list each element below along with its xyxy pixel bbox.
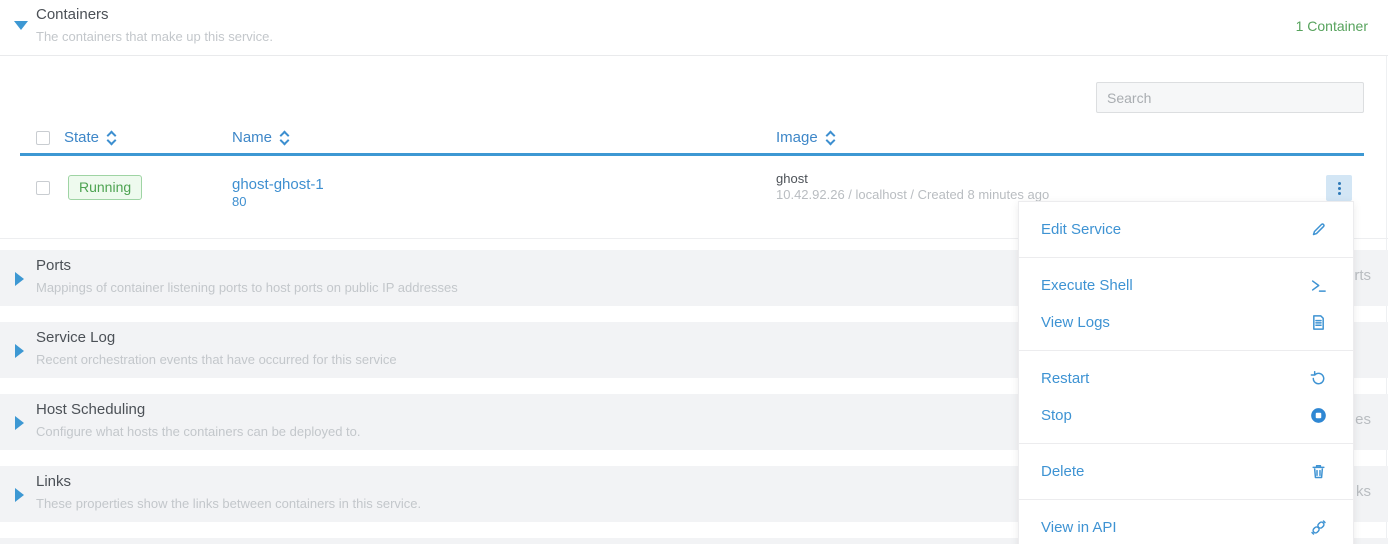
pencil-icon <box>1310 221 1327 238</box>
sort-icon <box>108 132 115 144</box>
section-subtitle-links: These properties show the links between … <box>36 496 421 511</box>
containers-section-header: Containers The containers that make up t… <box>0 0 1388 56</box>
api-link-icon <box>1310 519 1327 536</box>
column-header-name[interactable]: Name <box>232 129 288 146</box>
section-subtitle-ports: Mappings of container listening ports to… <box>36 280 458 295</box>
container-name-link[interactable]: ghost-ghost-1 <box>232 176 324 193</box>
menu-item-delete[interactable]: Delete <box>1019 453 1353 490</box>
section-subtitle-service-log: Recent orchestration events that have oc… <box>36 352 397 367</box>
section-count-fragment: ks <box>1356 483 1371 500</box>
restart-icon <box>1310 370 1327 387</box>
column-header-state[interactable]: State <box>64 129 115 146</box>
collapse-caret-icon[interactable] <box>14 21 28 30</box>
name-cell: ghost-ghost-1 80 <box>232 176 324 210</box>
section-subtitle-host-scheduling: Configure what hosts the containers can … <box>36 424 361 439</box>
image-cell: ghost 10.42.92.26 / localhost / Created … <box>776 171 1049 203</box>
section-title-links: Links <box>36 473 71 490</box>
menu-item-execute-shell[interactable]: Execute Shell <box>1019 267 1353 304</box>
sort-icon <box>827 132 834 144</box>
menu-item-restart[interactable]: Restart <box>1019 360 1353 397</box>
terminal-icon <box>1310 277 1327 294</box>
menu-item-edit-service[interactable]: Edit Service <box>1019 211 1353 248</box>
menu-item-view-in-api[interactable]: View in API <box>1019 509 1353 544</box>
row-actions-kebab-button[interactable] <box>1326 175 1352 201</box>
expand-caret-icon[interactable] <box>15 272 24 286</box>
expand-caret-icon[interactable] <box>15 344 24 358</box>
menu-item-stop[interactable]: Stop <box>1019 397 1353 434</box>
image-details: 10.42.92.26 / localhost / Created 8 minu… <box>776 187 1049 203</box>
section-count-fragment: es <box>1355 411 1371 428</box>
select-all-checkbox[interactable] <box>36 131 50 145</box>
row-checkbox[interactable] <box>36 181 50 195</box>
section-title-ports: Ports <box>36 257 71 274</box>
container-count-badge: 1 Container <box>1296 18 1368 34</box>
sort-icon <box>281 132 288 144</box>
section-title-containers: Containers <box>36 6 109 23</box>
menu-item-view-logs[interactable]: View Logs <box>1019 304 1353 341</box>
row-actions-menu: Edit Service Execute Shell View Logs Res… <box>1018 201 1354 544</box>
kebab-icon <box>1338 182 1341 185</box>
containers-table-header: State Name Image <box>20 126 1364 156</box>
stop-icon <box>1310 407 1327 424</box>
section-title-service-log: Service Log <box>36 329 115 346</box>
status-badge: Running <box>68 175 142 200</box>
section-subtitle-containers: The containers that make up this service… <box>36 29 273 44</box>
column-header-image[interactable]: Image <box>776 129 834 146</box>
file-icon <box>1310 314 1327 331</box>
expand-caret-icon[interactable] <box>15 416 24 430</box>
section-count-fragment: rts <box>1354 267 1371 284</box>
trash-icon <box>1310 463 1327 480</box>
expand-caret-icon[interactable] <box>15 488 24 502</box>
image-name: ghost <box>776 171 1049 187</box>
section-title-host-scheduling: Host Scheduling <box>36 401 145 418</box>
container-port: 80 <box>232 193 324 210</box>
search-input[interactable] <box>1096 82 1364 113</box>
